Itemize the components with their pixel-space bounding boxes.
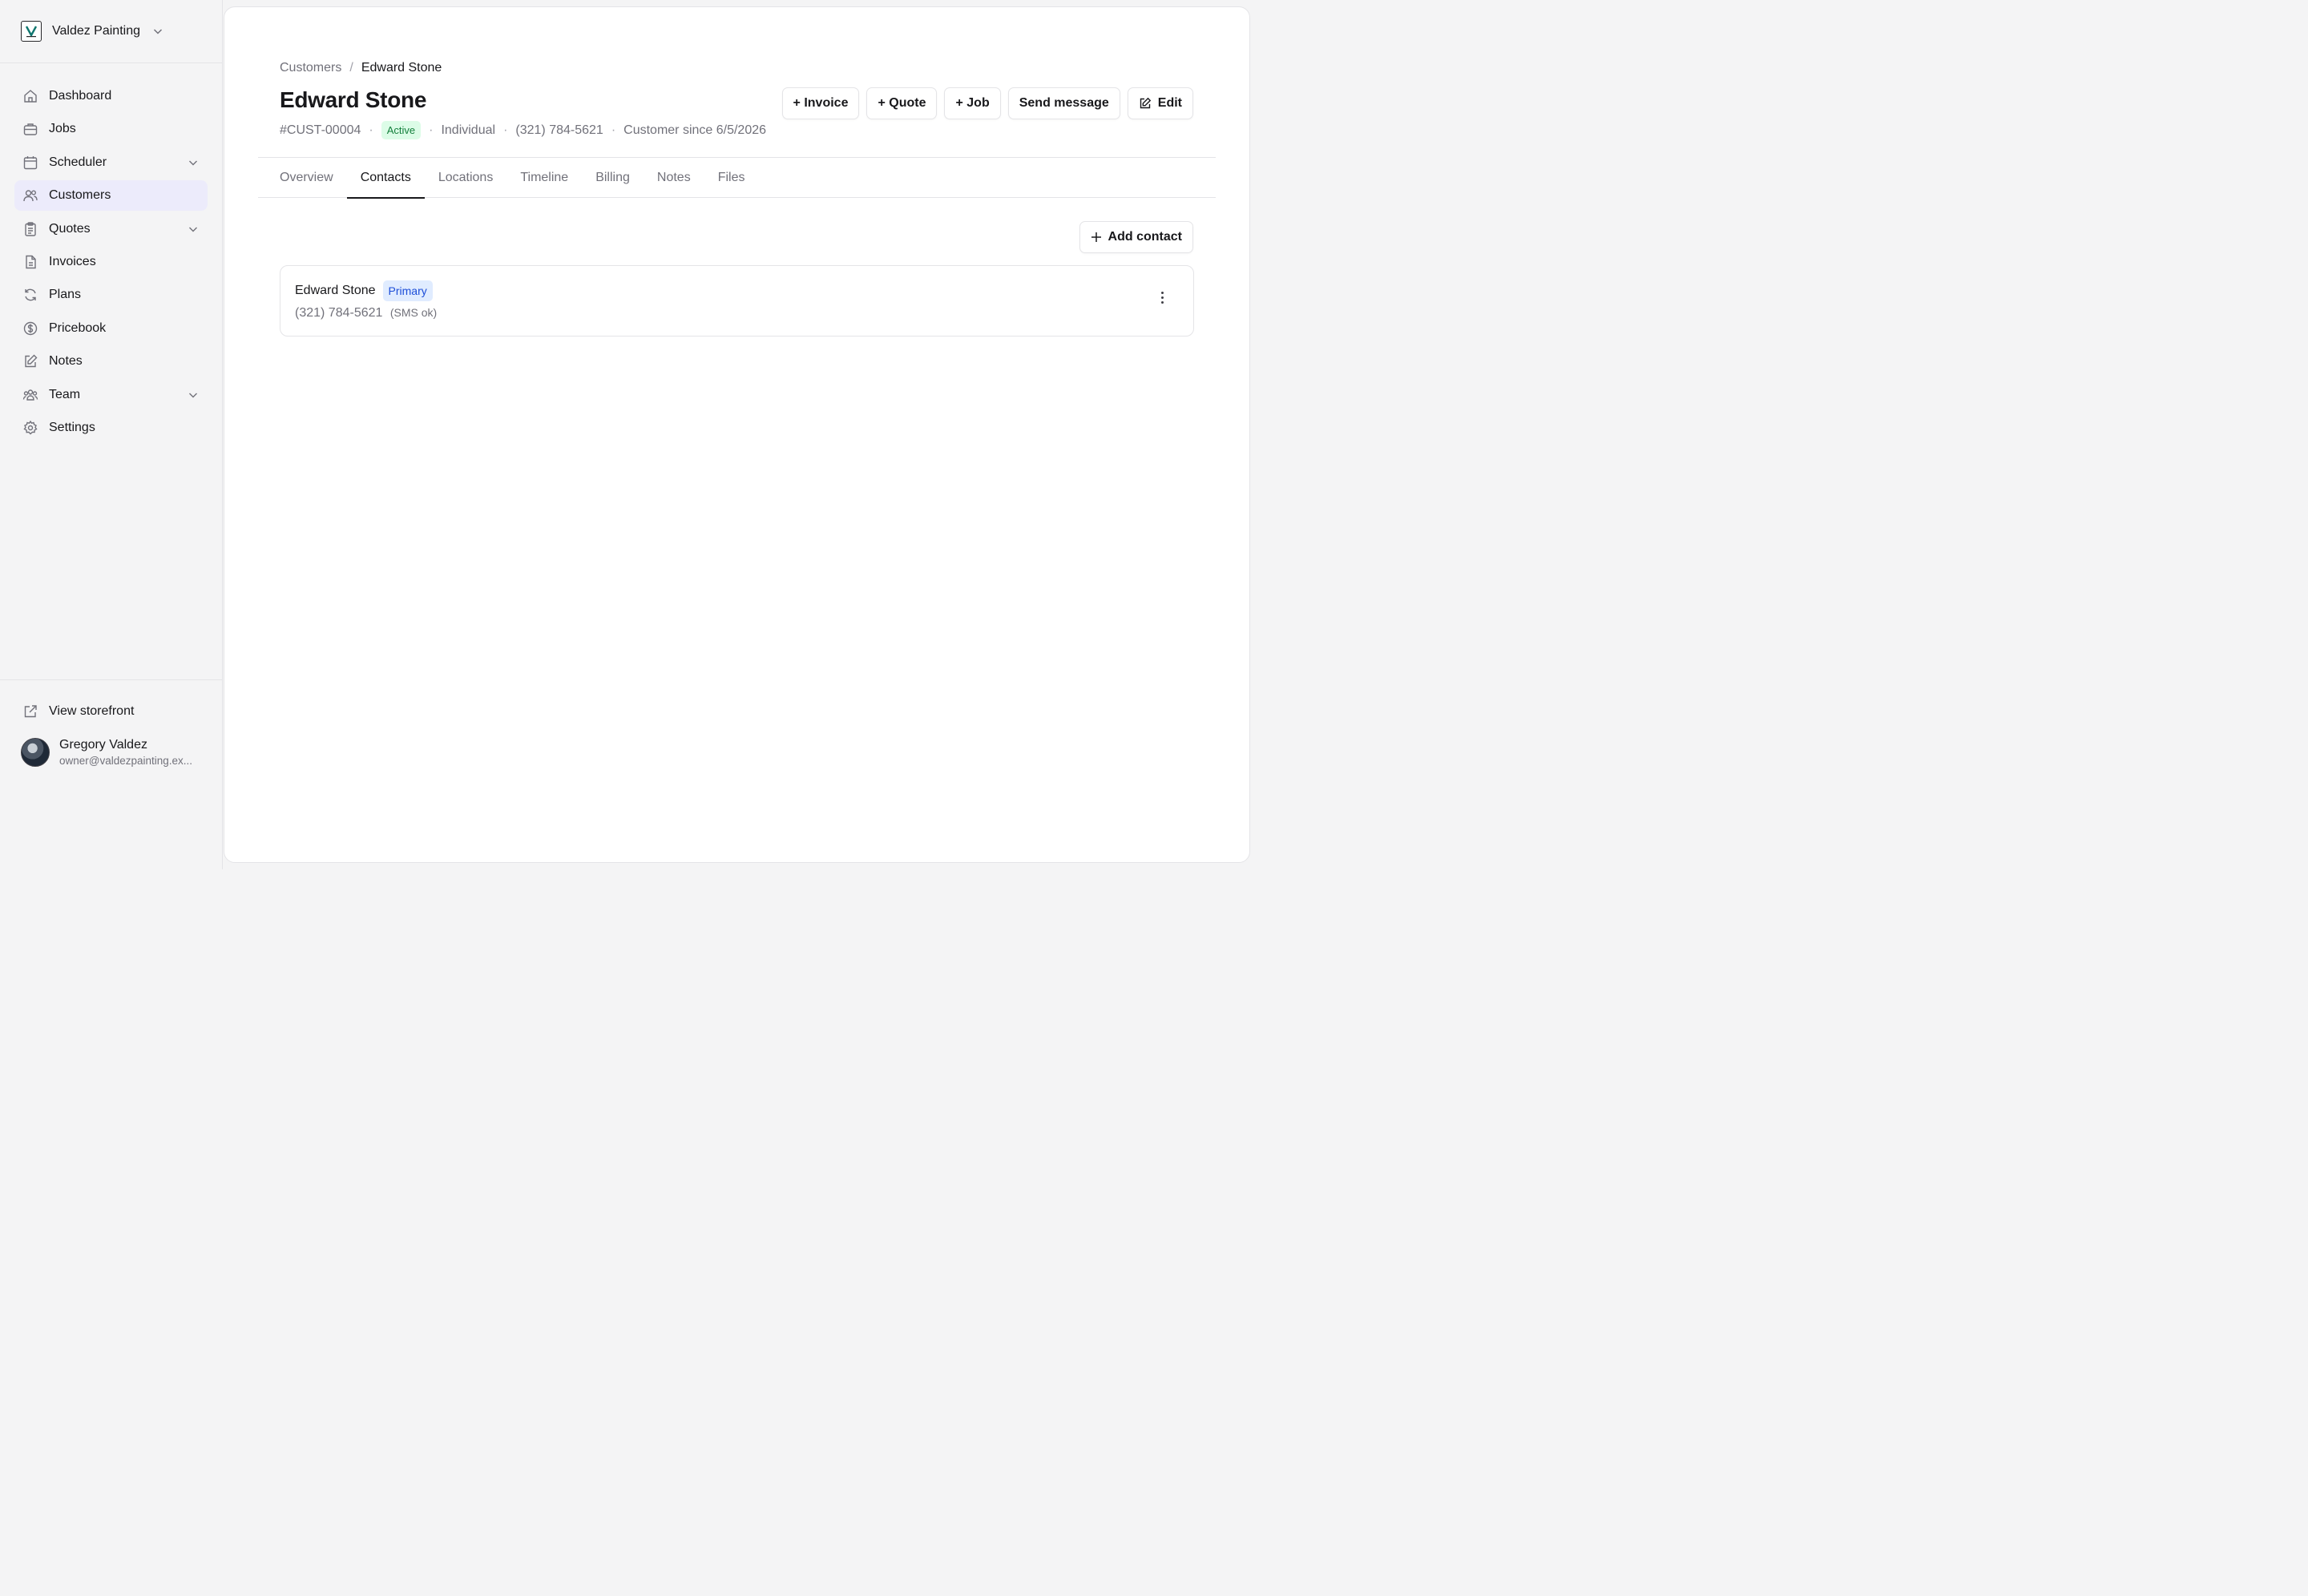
sidebar-item-label: Invoices bbox=[49, 254, 96, 268]
org-name: Valdez Painting bbox=[52, 24, 140, 38]
breadcrumb-customers-link[interactable]: Customers bbox=[280, 61, 341, 75]
send-message-button[interactable]: Send message bbox=[1007, 87, 1120, 119]
add-quote-button[interactable]: + Quote bbox=[866, 87, 938, 119]
sidebar-item-label: Customers bbox=[49, 188, 111, 203]
chevron-down-icon bbox=[187, 389, 200, 401]
chevron-down-icon bbox=[187, 223, 200, 236]
calendar-icon bbox=[22, 155, 38, 171]
org-switcher[interactable]: Valdez Painting bbox=[0, 0, 222, 63]
tab-overview[interactable]: Overview bbox=[266, 158, 347, 198]
sidebar-item-pricebook[interactable]: Pricebook bbox=[14, 313, 208, 344]
sidebar-item-label: Dashboard bbox=[49, 89, 112, 103]
sidebar-item-plans[interactable]: Plans bbox=[14, 280, 208, 310]
tab-billing[interactable]: Billing bbox=[582, 158, 644, 198]
breadcrumb-separator: / bbox=[349, 61, 353, 75]
tab-contacts[interactable]: Contacts bbox=[346, 158, 425, 199]
contact-name-row: Edward Stone Primary bbox=[295, 280, 433, 301]
refresh-icon bbox=[22, 287, 38, 303]
sidebar-item-label: Notes bbox=[49, 354, 83, 369]
main-panel: Customers / Edward Stone Edward Stone #C… bbox=[224, 6, 1250, 863]
sidebar-item-team[interactable]: Team bbox=[14, 380, 208, 410]
meta-separator: · bbox=[611, 123, 616, 137]
users-icon bbox=[22, 187, 38, 204]
contact-card: Edward Stone Primary (321) 784-5621 (SMS… bbox=[280, 265, 1194, 337]
sidebar-item-label: Plans bbox=[49, 288, 82, 302]
sidebar: Valdez Painting Dashboard Jobs Scheduler… bbox=[0, 0, 223, 869]
user-menu[interactable]: Gregory Valdez owner@valdezpainting.ex..… bbox=[14, 732, 208, 773]
breadcrumb: Customers / Edward Stone bbox=[280, 61, 442, 75]
sidebar-item-label: Team bbox=[49, 387, 81, 401]
add-contact-label: Add contact bbox=[1108, 230, 1182, 244]
user-email: owner@valdezpainting.ex... bbox=[59, 755, 193, 767]
edit-button-label: Edit bbox=[1157, 96, 1182, 110]
add-contact-wrapper: Add contact bbox=[1079, 221, 1193, 253]
contact-sms-status: (SMS ok) bbox=[389, 306, 438, 319]
sidebar-item-label: Scheduler bbox=[49, 155, 107, 169]
sidebar-item-quotes[interactable]: Quotes bbox=[14, 214, 208, 244]
view-storefront-link[interactable]: View storefront bbox=[14, 696, 208, 727]
meta-separator: · bbox=[369, 123, 373, 137]
sidebar-nav: Dashboard Jobs Scheduler Customers Quote… bbox=[0, 63, 222, 443]
customer-phone: (321) 784-5621 bbox=[515, 123, 603, 137]
sidebar-item-customers[interactable]: Customers bbox=[14, 180, 208, 212]
tab-notes[interactable]: Notes bbox=[644, 158, 704, 198]
page-title: Edward Stone bbox=[280, 87, 427, 112]
tab-timeline[interactable]: Timeline bbox=[506, 158, 582, 198]
contact-name: Edward Stone bbox=[295, 284, 376, 297]
sidebar-item-settings[interactable]: Settings bbox=[14, 413, 208, 443]
dollar-icon bbox=[22, 320, 38, 337]
sidebar-item-scheduler[interactable]: Scheduler bbox=[14, 147, 208, 178]
primary-badge: Primary bbox=[382, 280, 433, 301]
view-storefront-label: View storefront bbox=[49, 704, 135, 718]
contact-phone-row: (321) 784-5621 (SMS ok) bbox=[295, 306, 437, 320]
sidebar-item-label: Jobs bbox=[49, 122, 76, 136]
tab-locations[interactable]: Locations bbox=[425, 158, 507, 198]
contact-phone: (321) 784-5621 bbox=[295, 306, 383, 320]
edit-icon bbox=[1139, 97, 1152, 110]
edit-button[interactable]: Edit bbox=[1127, 87, 1193, 119]
chevron-down-icon bbox=[187, 156, 200, 169]
meta-separator: · bbox=[429, 123, 434, 137]
tab-files[interactable]: Files bbox=[704, 158, 759, 198]
tab-bar: Overview Contacts Locations Timeline Bil… bbox=[258, 157, 1216, 199]
add-job-button[interactable]: + Job bbox=[944, 87, 1001, 119]
edit-icon bbox=[22, 353, 38, 369]
chevron-down-icon bbox=[151, 25, 164, 38]
meta-separator: · bbox=[503, 123, 508, 137]
user-name: Gregory Valdez bbox=[59, 738, 147, 752]
sidebar-item-label: Quotes bbox=[49, 221, 91, 236]
external-link-icon bbox=[22, 703, 38, 719]
sidebar-item-label: Pricebook bbox=[49, 320, 107, 335]
customer-id: #CUST-00004 bbox=[280, 123, 361, 137]
sidebar-item-notes[interactable]: Notes bbox=[14, 346, 208, 377]
plus-icon bbox=[1091, 232, 1102, 243]
gear-icon bbox=[22, 420, 38, 436]
sidebar-item-label: Settings bbox=[49, 420, 95, 434]
header-actions: + Invoice + Quote + Job Send message Edi… bbox=[781, 87, 1193, 119]
customer-meta: #CUST-00004 · Active · Individual · (321… bbox=[280, 121, 766, 139]
clipboard-icon bbox=[22, 221, 38, 237]
avatar bbox=[21, 738, 50, 767]
breadcrumb-current: Edward Stone bbox=[361, 61, 442, 75]
home-icon bbox=[22, 88, 38, 104]
add-invoice-button[interactable]: + Invoice bbox=[781, 87, 860, 119]
file-icon bbox=[22, 254, 38, 270]
status-badge: Active bbox=[381, 121, 422, 139]
briefcase-icon bbox=[22, 121, 38, 137]
team-icon bbox=[22, 387, 38, 403]
org-logo bbox=[21, 21, 42, 42]
sidebar-item-jobs[interactable]: Jobs bbox=[14, 114, 208, 144]
sidebar-item-invoices[interactable]: Invoices bbox=[14, 247, 208, 277]
more-options-icon[interactable] bbox=[1155, 288, 1169, 306]
sidebar-footer: View storefront Gregory Valdez owner@val… bbox=[0, 679, 222, 773]
customer-type: Individual bbox=[441, 123, 496, 137]
add-contact-button[interactable]: Add contact bbox=[1079, 221, 1193, 253]
customer-since: Customer since 6/5/2026 bbox=[623, 123, 767, 137]
sidebar-item-dashboard[interactable]: Dashboard bbox=[14, 81, 208, 111]
